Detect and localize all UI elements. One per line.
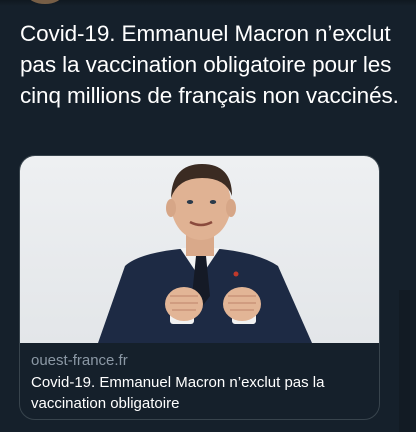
adjacent-column-edge [399, 290, 416, 432]
top-edge [0, 0, 416, 6]
card-image[interactable] [20, 156, 379, 343]
card-title[interactable]: Covid-19. Emmanuel Macron n’exclut pas l… [31, 372, 371, 414]
card-domain[interactable]: ouest-france.fr [31, 351, 371, 370]
tweet-text: Covid-19. Emmanuel Macron n’exclut pas l… [20, 21, 399, 108]
card-photo [98, 164, 312, 343]
card-meta[interactable]: ouest-france.fr Covid-19. Emmanuel Macro… [31, 351, 371, 414]
link-preview-card[interactable]: ouest-france.fr Covid-19. Emmanuel Macro… [19, 155, 380, 420]
